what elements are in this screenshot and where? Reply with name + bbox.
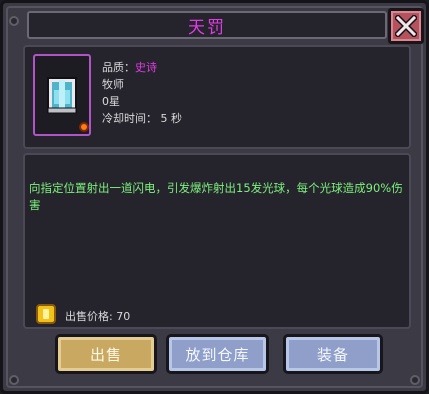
quality-label: 品质： <box>102 61 135 74</box>
store-button[interactable]: 放到仓库 <box>166 334 269 374</box>
quality-value: 史诗 <box>135 61 157 74</box>
gold-coin-icon <box>36 304 56 324</box>
class-row: 牧师 <box>102 78 124 91</box>
description-box: 向指定位置射出一道闪电，引发爆炸射出15发光球，每个光球造成90%伤害 出售价格… <box>23 153 411 329</box>
sell-button[interactable]: 出售 <box>55 334 157 374</box>
corner-rivet <box>9 375 19 385</box>
corner-rivet <box>410 375 420 385</box>
sell-button-label: 出售 <box>89 345 122 364</box>
item-title: 天罚 <box>188 17 226 38</box>
corner-rivet <box>9 16 19 26</box>
item-stats: 品质：史诗 牧师 0星 冷却时间： 5 秒 <box>102 59 182 127</box>
item-description: 向指定位置射出一道闪电，引发爆炸射出15发光球，每个光球造成90%伤害 <box>29 181 403 212</box>
item-detail-panel: 天罚 品质：史诗 牧师 0星 冷却时间： 5 秒 向指定位置射出一道闪电，引发爆… <box>0 0 429 394</box>
item-info-box: 品质：史诗 牧师 0星 冷却时间： 5 秒 <box>23 45 411 149</box>
stars-row: 0星 <box>102 95 120 108</box>
equip-button[interactable]: 装备 <box>283 334 383 374</box>
cooldown-row: 冷却时间： 5 秒 <box>102 112 182 125</box>
item-slot[interactable] <box>33 54 91 136</box>
sell-price: 出售价格: 70 <box>65 310 131 323</box>
close-x-icon <box>395 15 417 37</box>
fire-element-icon <box>79 122 89 132</box>
store-button-label: 放到仓库 <box>185 345 250 364</box>
equip-button-label: 装备 <box>316 345 349 364</box>
close-button[interactable] <box>388 8 424 44</box>
title-bar: 天罚 <box>27 11 387 39</box>
quality-row: 品质：史诗 <box>102 59 182 76</box>
